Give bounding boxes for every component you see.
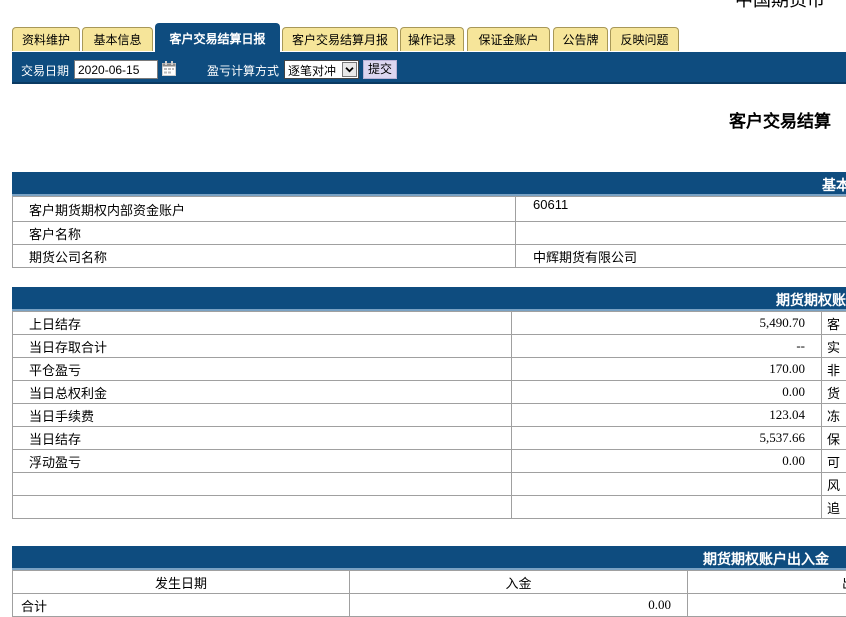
row-value: 170.00 bbox=[512, 358, 822, 381]
row-right-label: 实 bbox=[822, 335, 846, 358]
row-right-label: 风 bbox=[822, 473, 846, 496]
table-row: 当日总权利金0.00货 bbox=[13, 381, 846, 404]
table-row: 当日结存5,537.66保 bbox=[13, 427, 846, 450]
table-row: 风 bbox=[13, 473, 846, 496]
submit-button[interactable]: 提交 bbox=[363, 60, 397, 79]
row-label: 当日手续费 bbox=[13, 404, 512, 427]
table-row: 当日手续费123.04冻 bbox=[13, 404, 846, 427]
account-section-title: 期货期权账 bbox=[776, 290, 846, 310]
trade-date-label: 交易日期 bbox=[21, 62, 69, 79]
row-right-label: 货 bbox=[822, 381, 846, 404]
row-right-label: 冻 bbox=[822, 404, 846, 427]
column-header-withdrawal: 出 bbox=[688, 571, 846, 594]
calendar-icon[interactable] bbox=[162, 61, 176, 76]
table-row: 客户期货期权内部资金账户 60611 bbox=[13, 197, 846, 222]
company-name-label: 期货公司名称 bbox=[13, 245, 516, 268]
tab-feedback[interactable]: 反映问题 bbox=[610, 27, 679, 51]
basic-section-title: 基本 bbox=[822, 175, 846, 195]
account-id-value: 60611 bbox=[516, 197, 846, 222]
deposits-section-title: 期货期权账户出入金 bbox=[703, 549, 829, 569]
column-header-date: 发生日期 bbox=[13, 571, 350, 594]
tab-margin-account[interactable]: 保证金账户 bbox=[467, 27, 550, 51]
row-label bbox=[13, 496, 512, 519]
total-withdrawal-value bbox=[688, 594, 846, 617]
row-label: 当日结存 bbox=[13, 427, 512, 450]
tab-bulletin[interactable]: 公告牌 bbox=[553, 27, 608, 51]
table-row: 客户名称 bbox=[13, 222, 846, 245]
account-id-text: 60611 bbox=[533, 197, 568, 212]
row-label: 当日总权利金 bbox=[13, 381, 512, 404]
table-header-row: 发生日期 入金 出 bbox=[13, 571, 846, 594]
row-right-label: 可 bbox=[822, 450, 846, 473]
table-row: 合计 0.00 bbox=[13, 594, 846, 617]
deposits-table: 发生日期 入金 出 合计 0.00 bbox=[12, 570, 846, 617]
tab-operation-log[interactable]: 操作记录 bbox=[400, 27, 464, 51]
tab-basic-info[interactable]: 基本信息 bbox=[82, 27, 153, 51]
table-row: 期货公司名称 中辉期货有限公司 bbox=[13, 245, 846, 268]
row-right-label: 非 bbox=[822, 358, 846, 381]
table-row: 当日存取合计--实 bbox=[13, 335, 846, 358]
table-row: 浮动盈亏0.00可 bbox=[13, 450, 846, 473]
row-label: 平仓盈亏 bbox=[13, 358, 512, 381]
account-section-header: 期货期权账 bbox=[12, 287, 846, 311]
table-row: 上日结存5,490.70客 bbox=[13, 312, 846, 335]
row-label: 当日存取合计 bbox=[13, 335, 512, 358]
page-header-title: 中国期货市 bbox=[735, 0, 825, 12]
chevron-down-icon bbox=[342, 62, 357, 77]
row-right-label: 追 bbox=[822, 496, 846, 519]
row-label bbox=[13, 473, 512, 496]
row-right-label: 客 bbox=[822, 312, 846, 335]
row-value: 5,537.66 bbox=[512, 427, 822, 450]
table-row: 平仓盈亏170.00非 bbox=[13, 358, 846, 381]
row-label: 上日结存 bbox=[13, 312, 512, 335]
row-value: 123.04 bbox=[512, 404, 822, 427]
total-deposit-value: 0.00 bbox=[350, 594, 688, 617]
row-label: 浮动盈亏 bbox=[13, 450, 512, 473]
pnl-method-select[interactable]: 逐笔对冲 bbox=[284, 60, 359, 79]
redaction-mask bbox=[568, 197, 590, 221]
tab-daily-settlement[interactable]: 客户交易结算日报 bbox=[155, 23, 280, 52]
company-name-value: 中辉期货有限公司 bbox=[516, 245, 846, 268]
row-value: -- bbox=[512, 335, 822, 358]
deposits-section-header: 期货期权账户出入金 bbox=[12, 546, 846, 570]
pnl-method-value: 逐笔对冲 bbox=[288, 62, 336, 79]
row-value: 5,490.70 bbox=[512, 312, 822, 335]
total-label: 合计 bbox=[13, 594, 350, 617]
row-value bbox=[512, 496, 822, 519]
row-value bbox=[512, 473, 822, 496]
basic-section-header: 基本 bbox=[12, 172, 846, 196]
basic-info-table: 客户期货期权内部资金账户 60611 客户名称 期货公司名称 中辉期货有限公司 bbox=[12, 196, 846, 268]
table-row: 追 bbox=[13, 496, 846, 519]
column-header-deposit: 入金 bbox=[350, 571, 688, 594]
account-id-label: 客户期货期权内部资金账户 bbox=[13, 197, 516, 222]
query-toolbar: 交易日期 盈亏计算方式 逐笔对冲 提交 bbox=[12, 52, 846, 84]
row-value: 0.00 bbox=[512, 381, 822, 404]
client-name-label: 客户名称 bbox=[13, 222, 516, 245]
tab-monthly-settlement[interactable]: 客户交易结算月报 bbox=[282, 27, 398, 51]
pnl-method-label: 盈亏计算方式 bbox=[207, 62, 279, 79]
report-title: 客户交易结算 bbox=[729, 107, 831, 132]
row-value: 0.00 bbox=[512, 450, 822, 473]
tab-data-maintenance[interactable]: 资料维护 bbox=[12, 27, 80, 51]
client-name-value bbox=[516, 222, 846, 245]
account-summary-table: 上日结存5,490.70客 当日存取合计--实 平仓盈亏170.00非 当日总权… bbox=[12, 311, 846, 519]
row-right-label: 保 bbox=[822, 427, 846, 450]
trade-date-input[interactable] bbox=[74, 60, 158, 79]
